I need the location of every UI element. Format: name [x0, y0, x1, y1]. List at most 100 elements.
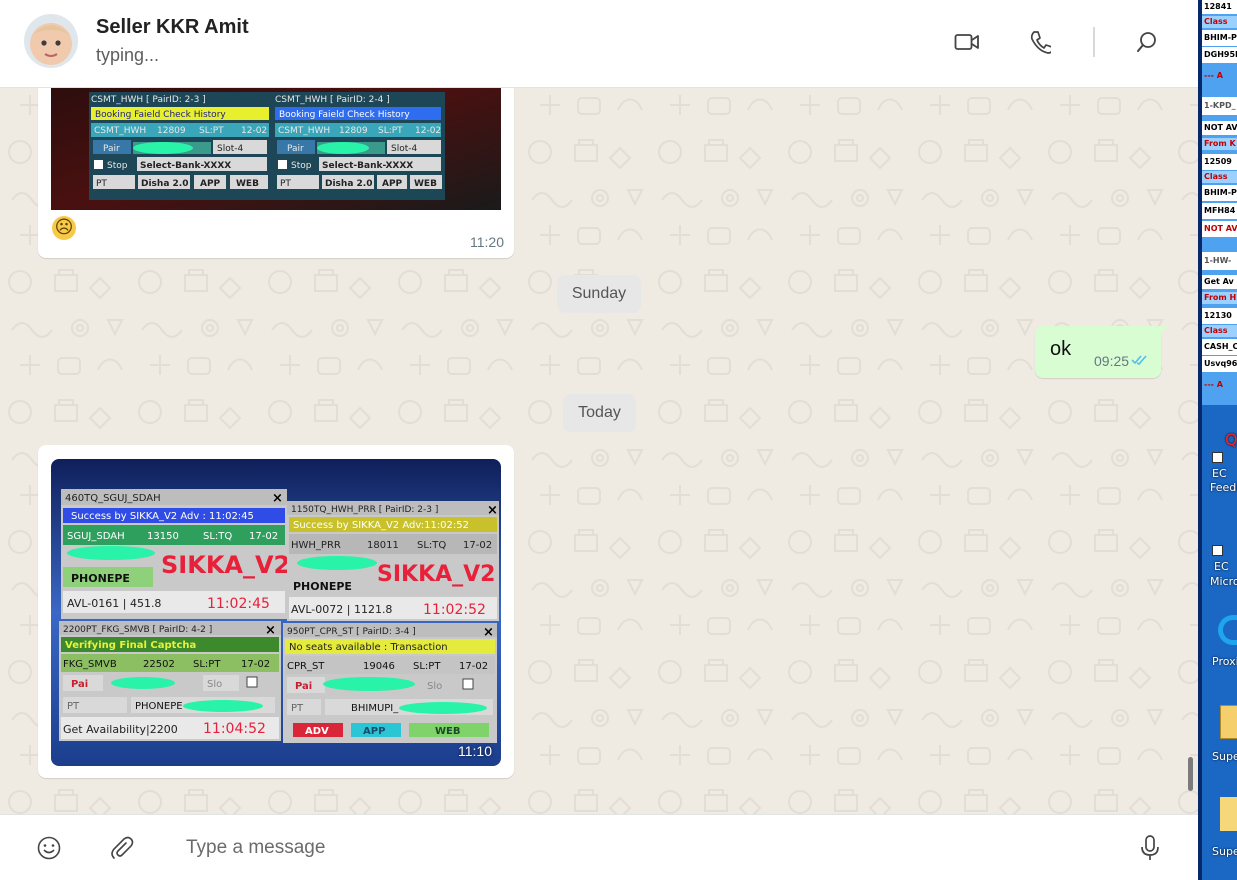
- panel-a-quota: PT: [96, 179, 107, 189]
- folder-icon[interactable]: [1220, 705, 1237, 739]
- video-call-icon[interactable]: [951, 26, 983, 58]
- win2-brand: SIKKA_V2: [377, 562, 496, 587]
- panel-a-banner: Booking Faield Check History: [95, 110, 226, 120]
- proxy-app-icon[interactable]: [1218, 615, 1237, 645]
- win3-slot: Slo: [207, 679, 222, 690]
- win4-train: 19046: [363, 661, 395, 672]
- background-app-row: 12130: [1202, 308, 1237, 324]
- panel-a-web: WEB: [236, 179, 259, 189]
- date-separator: Sunday: [557, 275, 641, 313]
- win4-pay: BHIMUPI_: [351, 703, 399, 714]
- panel-a-disha: Disha 2.0: [141, 179, 188, 189]
- panel-a-stop: Stop: [107, 161, 128, 171]
- win3-quota: PT: [67, 701, 80, 712]
- contact-name[interactable]: Seller KKR Amit: [96, 16, 249, 39]
- win2-route: HWH_PRR: [291, 540, 341, 551]
- desktop-background-strip: 12841ClassBHIM-PEDGH95L--- A1-KPD_NOT AV…: [1198, 0, 1237, 880]
- message-time: 11:10: [458, 743, 492, 759]
- emoji-icon[interactable]: [36, 835, 62, 861]
- win2-sl: SL:TQ: [417, 540, 446, 551]
- panel-a-title: CSMT_HWH [ PairID: 2-3 ]: [91, 95, 206, 105]
- desktop-icon-label[interactable]: EC: [1214, 560, 1229, 573]
- svg-text:×: ×: [487, 503, 498, 518]
- win2-clock: 11:02:52: [423, 602, 486, 618]
- win2-banner: Success by SIKKA_V2 Adv:11:02:52: [293, 520, 469, 531]
- panel-b-disha: Disha 2.0: [325, 179, 372, 189]
- background-app-row: 1-HW-: [1202, 252, 1237, 270]
- panel-a-date: 12-02: [241, 126, 267, 136]
- win3-banner: Verifying Final Captcha: [65, 640, 196, 651]
- desktop-icon-label[interactable]: Micro: [1210, 575, 1237, 588]
- desktop-icon-label[interactable]: Supe: [1212, 750, 1237, 763]
- panel-b-slot: Slot-4: [391, 144, 417, 154]
- win4-app: APP: [363, 726, 385, 737]
- message-image-screenshot[interactable]: CSMT_HWH [ PairID: 2-3 ] Booking Faield …: [51, 72, 501, 210]
- win3-route: FKG_SMVB: [63, 659, 117, 670]
- panel-b-date: 12-02: [415, 126, 441, 136]
- background-app-row: BHIM-PE: [1202, 30, 1237, 46]
- panel-a-train: 12809: [157, 126, 186, 136]
- background-app-row: NOT AV: [1202, 121, 1237, 135]
- message-image-screenshot[interactable]: 460TQ_SGUJ_SDAH × Success by SIKKA_V2 Ad…: [51, 459, 501, 766]
- win4-title: 950PT_CPR_ST [ PairID: 3-4 ]: [287, 627, 416, 637]
- win1-avl: AVL-0161 | 451.8: [67, 597, 161, 610]
- background-app-row: BHIM-PE: [1202, 185, 1237, 201]
- desktop-icons-area: QECFeedbECMicroProxiSupeSupe: [1202, 405, 1237, 880]
- folder-icon[interactable]: [1220, 797, 1237, 831]
- panel-b-quota: PT: [280, 179, 291, 189]
- date-separator: Today: [563, 394, 636, 432]
- win4-adv: ADV: [305, 726, 329, 737]
- background-app-panel: 12841ClassBHIM-PEDGH95L--- A1-KPD_NOT AV…: [1202, 0, 1237, 405]
- win3-pair: Pai: [71, 679, 88, 690]
- incoming-image-message[interactable]: 460TQ_SGUJ_SDAH × Success by SIKKA_V2 Ad…: [38, 445, 514, 778]
- panel-b-stop: Stop: [291, 161, 312, 171]
- message-text: ok: [1050, 338, 1072, 360]
- win3-date: 17-02: [241, 659, 270, 670]
- background-app-row: Class: [1202, 16, 1237, 28]
- win4-pair: Pai: [295, 681, 312, 692]
- win2-pay: PHONEPE: [293, 580, 352, 593]
- svg-text:×: ×: [483, 625, 494, 640]
- panel-b-train: 12809: [339, 126, 368, 136]
- desktop-icon-label[interactable]: EC: [1212, 467, 1227, 480]
- win1-train: 13150: [147, 531, 179, 542]
- win1-date: 17-02: [249, 531, 278, 542]
- background-app-row: 1-KPD_: [1202, 97, 1237, 115]
- header-divider: [1093, 27, 1095, 57]
- panel-b-pair: Pair: [287, 144, 304, 154]
- desktop-icon-label[interactable]: Feedb: [1210, 481, 1237, 494]
- win1-brand: SIKKA_V2: [161, 551, 290, 579]
- background-app-row: CASH_C: [1202, 339, 1237, 355]
- background-app-row: From K: [1202, 138, 1237, 150]
- bubble-tail: [1158, 326, 1168, 336]
- outgoing-text-message[interactable]: ok 09:25: [1035, 326, 1161, 378]
- attach-icon[interactable]: [108, 835, 134, 861]
- win4-banner: No seats available : Transaction: [289, 642, 448, 653]
- chat-header: Seller KKR Amit typing...: [0, 0, 1198, 88]
- svg-text:×: ×: [272, 491, 283, 506]
- search-icon[interactable]: [1131, 26, 1163, 58]
- win1-route: SGUJ_SDAH: [67, 531, 125, 542]
- background-app-row: --- A: [1202, 68, 1237, 84]
- win4-route: CPR_ST: [287, 661, 325, 672]
- scrollbar-thumb[interactable]: [1188, 757, 1193, 791]
- contact-avatar[interactable]: [24, 14, 78, 68]
- desktop-icon-label[interactable]: Q: [1225, 430, 1237, 449]
- win1-banner: Success by SIKKA_V2 Adv : 11:02:45: [71, 511, 254, 522]
- contact-status: typing...: [96, 45, 160, 65]
- desktop-shortcut-icon[interactable]: [1212, 452, 1223, 463]
- desktop-shortcut-icon[interactable]: [1212, 545, 1223, 556]
- microphone-icon[interactable]: [1138, 834, 1162, 862]
- panel-b-app: APP: [382, 179, 403, 189]
- panel-a-pair: Pair: [103, 144, 120, 154]
- win3-avl: Get Availability|2200: [63, 723, 178, 736]
- message-time: 09:25: [1094, 353, 1130, 369]
- message-input[interactable]: [186, 833, 1086, 863]
- win2-avl: AVL-0072 | 1121.8: [291, 603, 392, 616]
- voice-call-icon[interactable]: [1024, 26, 1056, 58]
- desktop-icon-label[interactable]: Proxi: [1212, 655, 1237, 668]
- panel-a-route: CSMT_HWH: [94, 126, 146, 136]
- desktop-icon-label[interactable]: Supe: [1212, 845, 1237, 858]
- incoming-image-message[interactable]: CSMT_HWH [ PairID: 2-3 ] Booking Faield …: [38, 70, 514, 258]
- panel-b-banner: Booking Faield Check History: [279, 110, 410, 120]
